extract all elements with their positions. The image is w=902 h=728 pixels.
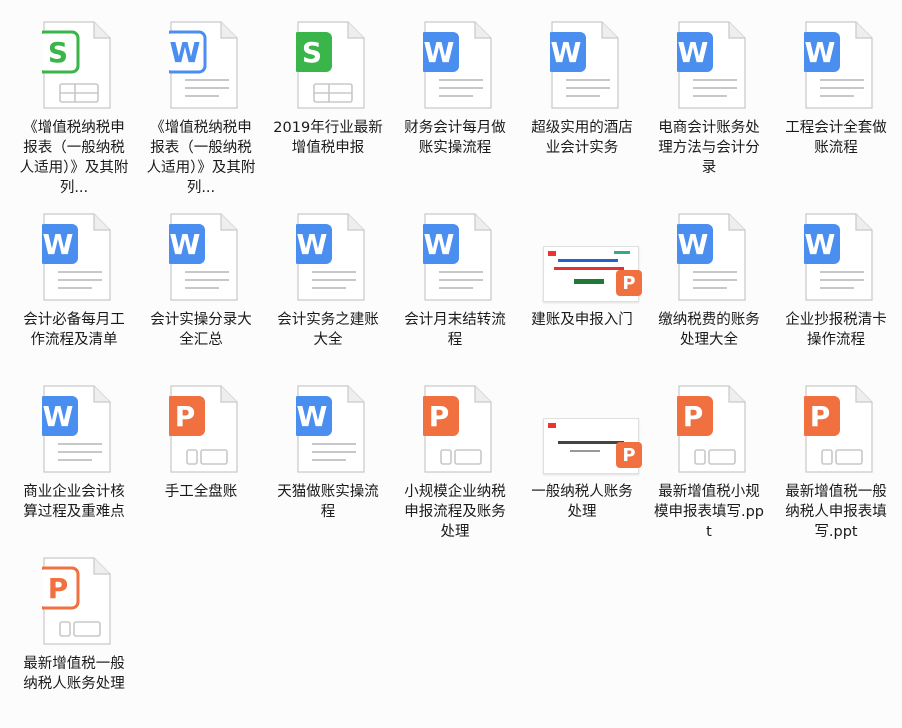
ppt-doc-icon: P (796, 378, 876, 478)
spreadsheet-icon: S (288, 14, 368, 114)
word-doc-icon: W (796, 14, 876, 114)
svg-text:W: W (424, 228, 455, 261)
svg-text:P: P (810, 400, 831, 433)
ppt-doc-icon: P (415, 378, 495, 478)
file-item[interactable]: W 《增值税纳税申报表（一般纳税人适用）》及其附列... (141, 4, 261, 198)
file-item[interactable]: P 一般纳税人账务处理 (522, 368, 642, 522)
word-doc-icon: W (34, 378, 114, 478)
file-item[interactable]: P 最新增值税一般纳税人账务处理 (14, 540, 134, 694)
ppt-doc-icon: P (669, 378, 749, 478)
file-item[interactable]: W 会计月末结转流程 (395, 196, 515, 350)
presentation-thumbnail-icon: P (542, 378, 642, 478)
file-name-label: 企业抄报税清卡操作流程 (785, 312, 887, 348)
file-name-label: 《增值税纳税申报表（一般纳税人适用）》及其附列... (19, 120, 129, 196)
file-name-label: 建账及申报入门 (531, 312, 633, 328)
svg-text:W: W (551, 36, 582, 69)
ppt-doc-icon: P (34, 550, 114, 650)
word-doc-icon: W (161, 14, 241, 114)
spreadsheet-icon: S (34, 14, 114, 114)
file-name-label: 手工全盘账 (164, 484, 238, 500)
word-doc-icon: W (288, 206, 368, 306)
svg-text:W: W (170, 36, 201, 69)
file-item[interactable]: W 会计实操分录大全汇总 (141, 196, 261, 350)
ppt-doc-icon: P (161, 378, 241, 478)
svg-text:W: W (43, 400, 74, 433)
svg-text:W: W (805, 36, 836, 69)
file-name-label: 会计实务之建账大全 (277, 312, 379, 348)
file-item[interactable]: W 财务会计每月做账实操流程 (395, 4, 515, 158)
file-item[interactable]: S 《增值税纳税申报表（一般纳税人适用）》及其附列... (14, 4, 134, 198)
svg-text:P: P (429, 400, 450, 433)
file-name-label: 会计月末结转流程 (404, 312, 506, 348)
word-doc-icon: W (415, 206, 495, 306)
file-name-label: 最新增值税一般纳税人申报表填写.ppt (785, 484, 887, 540)
file-item[interactable]: W 天猫做账实操流程 (268, 368, 388, 522)
file-name-label: 最新增值税小规模申报表填写.ppt (653, 484, 765, 540)
svg-text:P: P (175, 400, 196, 433)
svg-text:W: W (805, 228, 836, 261)
svg-text:S: S (302, 36, 322, 69)
file-name-label: 财务会计每月做账实操流程 (404, 120, 506, 156)
svg-text:W: W (297, 228, 328, 261)
file-item[interactable]: P 建账及申报入门 (522, 196, 642, 330)
svg-text:P: P (683, 400, 704, 433)
file-name-label: 最新增值税一般纳税人账务处理 (23, 656, 125, 692)
file-name-label: 小规模企业纳税申报流程及账务处理 (404, 484, 506, 540)
file-item[interactable]: P 手工全盘账 (141, 368, 261, 502)
presentation-thumbnail-icon: P (542, 206, 642, 306)
file-item[interactable]: W 超级实用的酒店业会计实务 (522, 4, 642, 158)
file-name-label: 会计实操分录大全汇总 (150, 312, 252, 348)
file-item[interactable]: W 企业抄报税清卡操作流程 (776, 196, 896, 350)
file-item[interactable]: W 电商会计账务处理方法与会计分录 (649, 4, 769, 178)
file-name-label: 天猫做账实操流程 (277, 484, 379, 520)
file-name-label: 商业企业会计核算过程及重难点 (23, 484, 125, 520)
word-doc-icon: W (669, 206, 749, 306)
file-item[interactable]: P 小规模企业纳税申报流程及账务处理 (395, 368, 515, 542)
svg-text:W: W (170, 228, 201, 261)
file-name-label: 电商会计账务处理方法与会计分录 (658, 120, 760, 176)
svg-text:W: W (678, 228, 709, 261)
svg-text:S: S (48, 36, 68, 69)
svg-text:W: W (297, 400, 328, 433)
svg-text:P: P (48, 572, 69, 605)
file-name-label: 2019年行业最新增值税申报 (273, 120, 383, 156)
file-name-label: 工程会计全套做账流程 (785, 120, 887, 156)
file-grid: S 《增值税纳税申报表（一般纳税人适用）》及其附列... W 《增值税纳税申报表（一般… (0, 0, 902, 728)
file-item[interactable]: W 会计必备每月工作流程及清单 (14, 196, 134, 350)
file-item[interactable]: S 2019年行业最新增值税申报 (268, 4, 388, 158)
file-item[interactable]: W 工程会计全套做账流程 (776, 4, 896, 158)
file-item[interactable]: W 缴纳税费的账务处理大全 (649, 196, 769, 350)
file-item[interactable]: P 最新增值税小规模申报表填写.ppt (649, 368, 769, 542)
file-item[interactable]: W 会计实务之建账大全 (268, 196, 388, 350)
file-name-label: 缴纳税费的账务处理大全 (658, 312, 760, 348)
file-name-label: 超级实用的酒店业会计实务 (531, 120, 633, 156)
word-doc-icon: W (542, 14, 622, 114)
svg-text:W: W (43, 228, 74, 261)
word-doc-icon: W (161, 206, 241, 306)
svg-text:W: W (424, 36, 455, 69)
word-doc-icon: W (288, 378, 368, 478)
file-name-label: 一般纳税人账务处理 (531, 484, 633, 520)
file-name-label: 会计必备每月工作流程及清单 (23, 312, 125, 348)
word-doc-icon: W (415, 14, 495, 114)
file-item[interactable]: P 最新增值税一般纳税人申报表填写.ppt (776, 368, 896, 542)
file-item[interactable]: W 商业企业会计核算过程及重难点 (14, 368, 134, 522)
word-doc-icon: W (669, 14, 749, 114)
file-name-label: 《增值税纳税申报表（一般纳税人适用）》及其附列... (146, 120, 256, 196)
word-doc-icon: W (796, 206, 876, 306)
svg-text:W: W (678, 36, 709, 69)
word-doc-icon: W (34, 206, 114, 306)
